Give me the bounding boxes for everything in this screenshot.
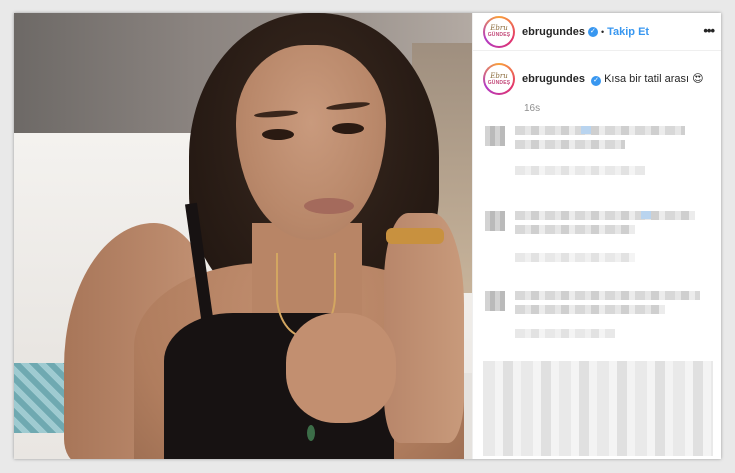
- photo-eye: [332, 123, 364, 134]
- comment-text-blurred: [515, 126, 685, 135]
- caption-text: ebrugundes ✓ Kısa bir tatil arası 😍: [522, 72, 704, 86]
- comment-avatar: [485, 126, 505, 146]
- photo-bracelet: [386, 228, 444, 244]
- comment-meta-blurred: [515, 329, 615, 338]
- blurred-comment: [483, 283, 713, 345]
- follow-button[interactable]: Takip Et: [607, 26, 649, 38]
- avatar[interactable]: Ebru GÜNDEŞ: [483, 15, 515, 48]
- photo-right-arm: [384, 213, 464, 443]
- verified-badge-icon: ✓: [587, 26, 598, 37]
- screenshot-frame: Ebru GÜNDEŞ ebrugundes ✓ • Takip Et ••• …: [14, 13, 721, 459]
- caption-body: Kısa bir tatil arası 😍: [604, 73, 704, 85]
- separator-dot: •: [600, 26, 605, 37]
- comment-text-blurred: [515, 291, 700, 300]
- comment-avatar: [485, 211, 505, 231]
- username-link[interactable]: ebrugundes: [522, 26, 585, 38]
- post-header: Ebru GÜNDEŞ ebrugundes ✓ • Takip Et •••: [473, 13, 721, 51]
- comment-text-blurred: [515, 225, 635, 234]
- avatar-logo-script: Ebru: [490, 71, 508, 80]
- verified-badge-icon: ✓: [591, 76, 602, 86]
- comment-meta-blurred: [515, 253, 635, 262]
- photo-lips: [304, 198, 354, 214]
- comment-meta-blurred: [515, 166, 645, 175]
- comment-text-blurred: [515, 211, 695, 220]
- post-caption: Ebru GÜNDEŞ ebrugundes ✓ Kısa bir tatil …: [473, 63, 721, 95]
- comment-avatar: [485, 291, 505, 311]
- avatar-logo-script: Ebru: [490, 24, 508, 32]
- comment-mention-blurred: [581, 126, 591, 134]
- blurred-comment: [483, 118, 713, 180]
- avatar[interactable]: Ebru GÜNDEŞ: [483, 63, 515, 95]
- comment-text-blurred: [515, 305, 665, 314]
- photo-eye: [262, 129, 294, 140]
- caption-timestamp[interactable]: 16s: [524, 103, 540, 114]
- avatar-logo-wordmark: GÜNDEŞ: [487, 32, 511, 38]
- blurred-comment: [483, 203, 713, 265]
- photo-bracelet-stone: [307, 425, 315, 441]
- blurred-comments-area: [483, 361, 713, 456]
- caption-username[interactable]: ebrugundes: [522, 73, 585, 85]
- post-photo[interactable]: [14, 13, 472, 459]
- avatar-logo: Ebru GÜNDEŞ: [485, 65, 513, 93]
- comment-mention-blurred: [641, 211, 651, 219]
- photo-hand: [286, 313, 396, 423]
- more-options-icon[interactable]: •••: [703, 23, 715, 38]
- avatar-logo: Ebru GÜNDEŞ: [485, 17, 513, 46]
- comment-text-blurred: [515, 140, 625, 149]
- avatar-logo-wordmark: GÜNDEŞ: [487, 79, 511, 86]
- post-side-panel: Ebru GÜNDEŞ ebrugundes ✓ • Takip Et ••• …: [472, 13, 721, 459]
